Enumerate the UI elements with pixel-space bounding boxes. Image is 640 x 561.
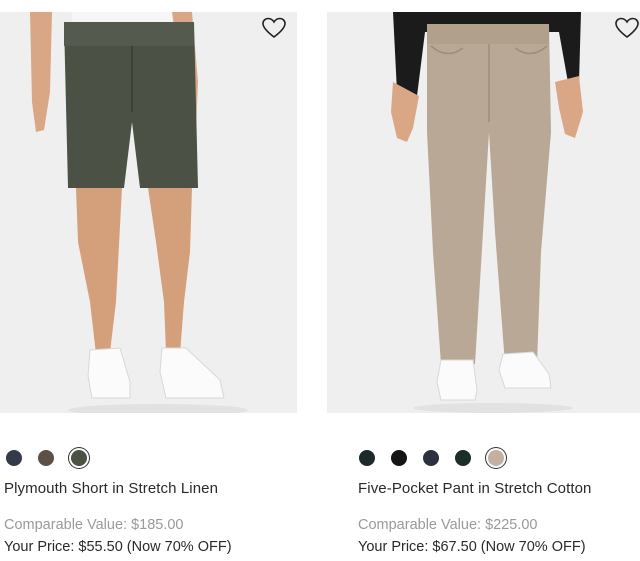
shorts-model-illustration [0,12,297,413]
product-name[interactable]: Five-Pocket Pant in Stretch Cotton [358,480,592,497]
color-swatch[interactable] [359,450,375,466]
product-image[interactable] [0,12,297,413]
color-swatch[interactable] [391,450,407,466]
color-swatch[interactable] [455,450,471,466]
color-swatch[interactable] [423,450,439,466]
color-swatch[interactable] [38,450,54,466]
heart-icon[interactable] [261,16,287,40]
color-swatch[interactable] [6,450,22,466]
color-swatch-selected[interactable] [71,450,87,466]
your-price: Your Price: $55.50 (Now 70% OFF) [4,539,232,555]
pants-model-illustration [327,12,640,413]
your-price: Your Price: $67.50 (Now 70% OFF) [358,539,586,555]
comparable-value: Comparable Value: $185.00 [4,517,184,533]
product-image[interactable] [327,12,640,413]
comparable-value: Comparable Value: $225.00 [358,517,538,533]
heart-icon[interactable] [614,16,640,40]
color-swatches [357,447,517,469]
product-name[interactable]: Plymouth Short in Stretch Linen [4,480,218,497]
color-swatch-selected[interactable] [488,450,504,466]
